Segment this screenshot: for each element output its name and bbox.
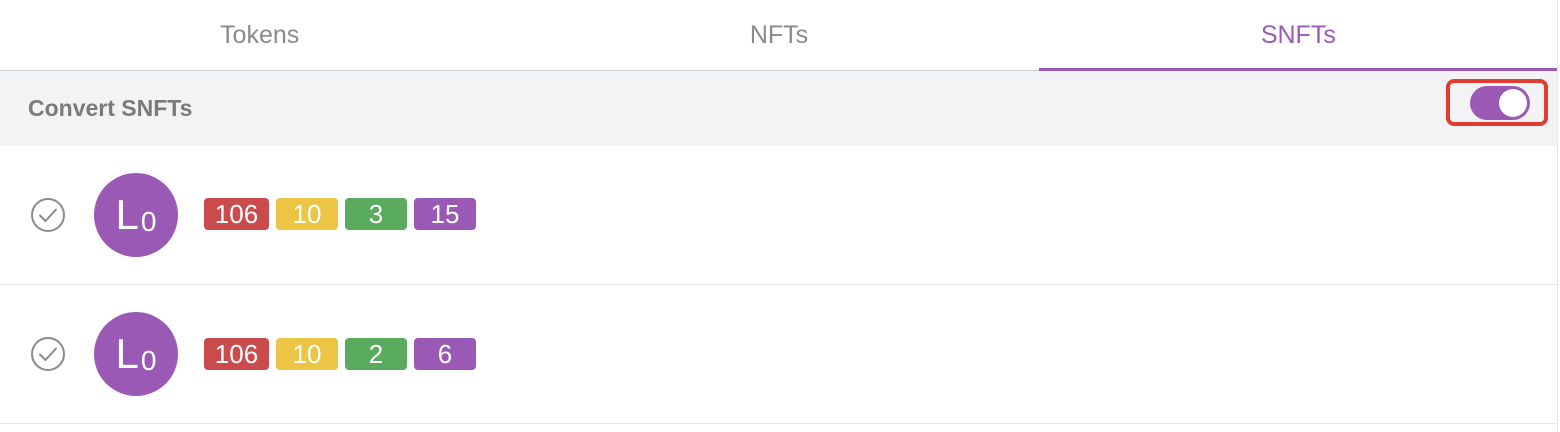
convert-snfts-toggle[interactable] [1470,86,1530,120]
badge-purple: 15 [414,198,476,230]
check-circle-icon[interactable] [30,336,66,372]
avatar: L 0 [94,173,178,257]
row-divider [0,423,1557,424]
avatar-letter: L [115,330,139,377]
convert-snfts-label: Convert SNFTs [28,95,193,121]
tab-tokens[interactable]: Tokens [0,0,519,70]
convert-snfts-bar: Convert SNFTs [0,71,1557,146]
badge-yellow: 10 [276,338,338,370]
check-circle-icon[interactable] [30,197,66,233]
tab-nfts[interactable]: NFTs [519,0,1038,70]
avatar-letter: L [115,191,139,238]
toggle-knob [1499,89,1527,117]
badge-red: 106 [204,198,269,230]
list-item[interactable]: L 0 106 10 3 15 [0,146,1557,285]
badge-red: 106 [204,338,269,370]
badge-green: 3 [345,198,407,230]
right-edge-divider [1557,0,1558,432]
badge-green: 2 [345,338,407,370]
tab-snfts[interactable]: SNFTs [1038,0,1559,72]
tab-bar: Tokens NFTs SNFTs [0,0,1559,72]
list-item[interactable]: L 0 106 10 2 6 [0,285,1557,424]
badge-yellow: 10 [276,198,338,230]
badge-group: 106 10 3 15 [204,198,476,230]
badge-purple: 6 [414,338,476,370]
avatar-subscript: 0 [140,345,157,376]
badge-group: 106 10 2 6 [204,338,476,370]
avatar-subscript: 0 [140,206,157,237]
avatar: L 0 [94,312,178,396]
